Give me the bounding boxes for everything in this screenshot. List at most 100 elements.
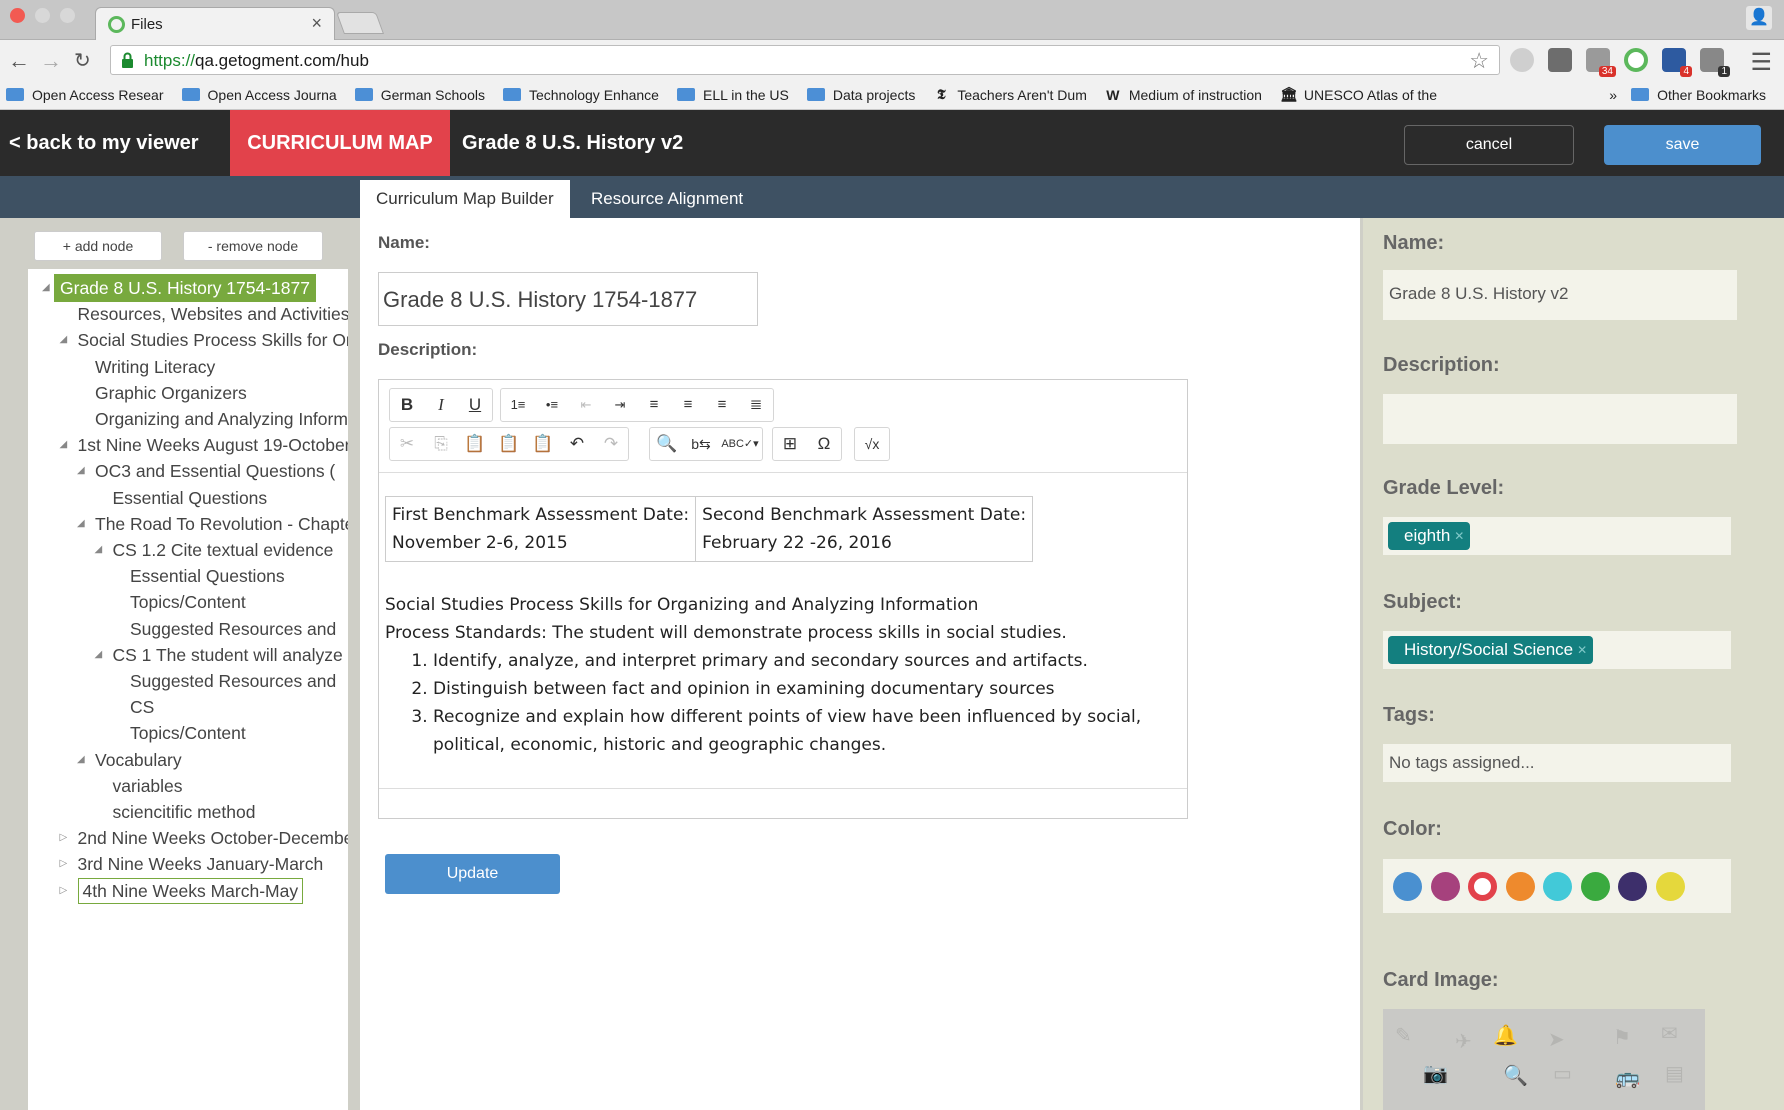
special-char-icon[interactable]: Ω — [807, 428, 841, 460]
collapse-arrow-icon[interactable]: ◢ — [77, 510, 85, 538]
window-close-button[interactable] — [10, 8, 25, 23]
unesco-icon: 🏛 — [1279, 86, 1298, 102]
grade-chip[interactable]: eighth ✕ — [1388, 522, 1471, 550]
remove-node-button[interactable]: - remove node — [183, 231, 323, 261]
collapse-arrow-icon[interactable]: ◢ — [95, 536, 103, 564]
bookmark-item[interactable]: 𝕿 Teachers Aren't Dum — [933, 86, 1087, 103]
add-node-button[interactable]: + add node — [34, 231, 162, 261]
underline-icon[interactable]: U — [458, 389, 492, 421]
back-arrow-icon[interactable]: ← — [8, 48, 30, 74]
numbered-list-icon[interactable]: 1≡ — [501, 389, 535, 421]
paste-icon[interactable]: 📋 — [458, 428, 492, 460]
map-name-input[interactable]: Grade 8 U.S. History v2 — [1383, 270, 1737, 320]
node-name-input[interactable]: Grade 8 U.S. History 1754-1877 — [378, 272, 758, 326]
card-image-placeholder[interactable]: ✎ ✈ 🔔 ➤ ⚑ ✉ 📷 🔍 ▭ 🚌 ▤ — [1383, 1009, 1705, 1110]
color-swatch[interactable] — [1393, 872, 1422, 901]
bookmark-item[interactable]: W Medium of instruction — [1105, 87, 1262, 103]
ghostery-extension-icon[interactable] — [1510, 48, 1534, 72]
collapse-arrow-icon[interactable]: ◢ — [42, 274, 50, 302]
color-swatch[interactable] — [1618, 872, 1647, 901]
color-swatch[interactable] — [1505, 872, 1535, 901]
folder-icon — [502, 88, 521, 101]
second-benchmark-date: February 22 -26, 2016 — [702, 533, 892, 553]
address-bar[interactable]: https://qa.getogment.com/hub ☆ — [110, 45, 1500, 75]
math-formula-icon[interactable]: √x — [855, 428, 889, 460]
spellcheck-icon[interactable]: ABC✓▾ — [718, 428, 762, 460]
bookmark-item[interactable]: Open Access Journa — [181, 87, 337, 103]
grade-level-field[interactable]: eighth ✕ — [1383, 517, 1731, 555]
align-right-icon[interactable]: ≡ — [705, 389, 739, 421]
subject-chip[interactable]: History/Social Science ✕ — [1388, 636, 1594, 664]
tab-curriculum-map-builder[interactable]: Curriculum Map Builder — [360, 180, 570, 218]
tags-input[interactable]: No tags assigned... — [1383, 744, 1731, 782]
collapse-arrow-icon[interactable]: ◢ — [77, 746, 85, 774]
update-button[interactable]: Update — [385, 854, 560, 894]
copy-icon[interactable]: ⎘ — [424, 428, 458, 460]
collapse-arrow-icon[interactable]: ◢ — [60, 326, 68, 354]
color-swatch[interactable] — [1468, 872, 1497, 901]
replace-icon[interactable]: b⇆ — [684, 428, 718, 460]
eyedropper-extension-icon[interactable] — [1548, 48, 1572, 72]
tab-resource-alignment[interactable]: Resource Alignment — [575, 180, 759, 218]
save-button[interactable]: save — [1604, 125, 1761, 165]
rss-extension-icon[interactable]: 34 — [1586, 48, 1616, 77]
cancel-button[interactable]: cancel — [1404, 125, 1574, 165]
color-swatch[interactable] — [1430, 872, 1460, 901]
align-left-icon[interactable]: ≡ — [637, 389, 671, 421]
new-tab-button[interactable] — [335, 12, 385, 34]
remove-subject-icon[interactable]: ✕ — [1577, 636, 1587, 664]
cut-icon[interactable]: ✂ — [390, 428, 424, 460]
folder-icon — [354, 88, 373, 101]
bookmark-item[interactable]: 🏛 UNESCO Atlas of the — [1280, 86, 1437, 103]
profile-icon[interactable]: 👤 — [1746, 6, 1772, 30]
italic-icon[interactable]: I — [424, 389, 458, 421]
paste-text-icon[interactable]: 📋 — [492, 428, 526, 460]
forward-arrow-icon[interactable]: → — [40, 48, 62, 74]
redo-icon[interactable]: ↷ — [594, 428, 628, 460]
expand-arrow-icon[interactable]: ▷ — [60, 850, 68, 878]
ghost-extension-icon[interactable]: 1 — [1700, 48, 1730, 77]
table-icon[interactable]: ⊞ — [773, 428, 807, 460]
justify-icon[interactable]: ≣ — [739, 389, 773, 421]
window-maximize-button[interactable] — [60, 8, 75, 23]
remove-grade-icon[interactable]: ✕ — [1454, 522, 1464, 550]
tree-node-label: 2nd Nine Weeks October-December — [77, 828, 349, 849]
bookmarks-overflow-icon[interactable]: » — [1609, 87, 1617, 103]
bullet-list-icon[interactable]: •≡ — [535, 389, 569, 421]
collapse-arrow-icon[interactable]: ◢ — [60, 431, 68, 459]
bookmark-item[interactable]: ELL in the US — [676, 87, 789, 103]
undo-icon[interactable]: ↶ — [560, 428, 594, 460]
expand-arrow-icon[interactable]: ▷ — [60, 877, 68, 905]
bookmark-star-icon[interactable]: ☆ — [1469, 48, 1489, 74]
w-extension-icon[interactable]: 4 — [1662, 48, 1692, 77]
collapse-arrow-icon[interactable]: ◢ — [77, 457, 85, 485]
collapse-arrow-icon[interactable]: ◢ — [95, 641, 103, 669]
paste-word-icon[interactable]: 📋 — [526, 428, 560, 460]
bold-icon[interactable]: B — [390, 389, 424, 421]
browser-menu-icon[interactable]: ☰ — [1750, 48, 1772, 77]
bookmark-item[interactable]: Data projects — [806, 87, 915, 103]
color-swatch[interactable] — [1543, 872, 1572, 901]
map-description-input[interactable] — [1383, 394, 1737, 444]
find-icon[interactable]: 🔍 — [650, 428, 684, 460]
browser-tab[interactable]: Files × — [95, 7, 335, 40]
editor-content[interactable]: First Benchmark Assessment Date: Novembe… — [383, 480, 1183, 780]
expand-arrow-icon[interactable]: ▷ — [60, 824, 68, 852]
tab-close-icon[interactable]: × — [311, 13, 322, 34]
reload-icon[interactable]: ↻ — [74, 48, 91, 73]
bookmark-item[interactable]: German Schools — [354, 87, 485, 103]
outdent-icon[interactable]: ⇤ — [569, 389, 603, 421]
grade-level-label: Grade Level: — [1383, 477, 1505, 499]
color-swatch[interactable] — [1655, 872, 1685, 901]
indent-icon[interactable]: ⇥ — [603, 389, 637, 421]
opera-extension-icon[interactable] — [1624, 48, 1648, 72]
back-to-viewer-link[interactable]: < back to my viewer — [9, 132, 199, 155]
subject-field[interactable]: History/Social Science ✕ — [1383, 631, 1731, 669]
bookmark-item[interactable]: Open Access Resear — [6, 87, 164, 103]
align-center-icon[interactable]: ≡ — [671, 389, 705, 421]
app-header: < back to my viewer CURRICULUM MAP Grade… — [0, 110, 1784, 176]
other-bookmarks[interactable]: Other Bookmarks — [1631, 87, 1766, 103]
window-minimize-button[interactable] — [35, 8, 50, 23]
color-swatch[interactable] — [1580, 872, 1610, 901]
bookmark-item[interactable]: Technology Enhance — [502, 87, 659, 103]
